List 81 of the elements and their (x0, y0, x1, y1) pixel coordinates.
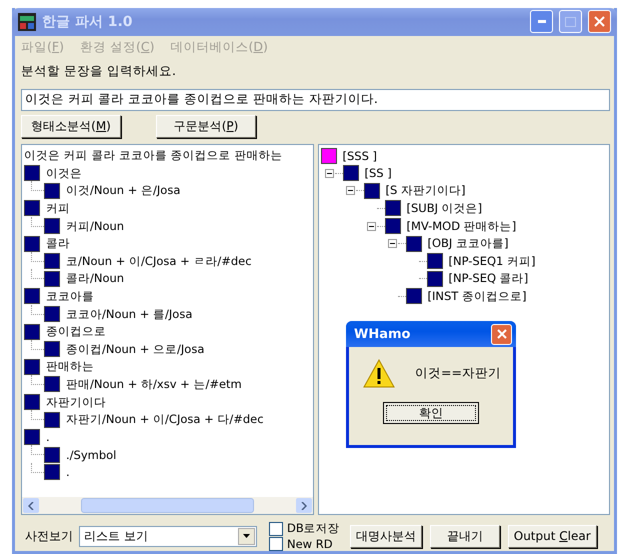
checkbox[interactable] (269, 522, 283, 536)
action-button[interactable]: 끝내기 (430, 524, 500, 548)
horizontal-scrollbar[interactable] (22, 497, 312, 514)
node-icon (44, 218, 60, 234)
tree-node[interactable]: [NP-SEQ1 커피] (448, 254, 536, 269)
minimize-button[interactable] (530, 10, 553, 34)
checkbox-label: New RD (287, 537, 333, 551)
tree-node[interactable]: ./Symbol (66, 448, 116, 462)
dictionary-label: 사전보기 (25, 528, 73, 544)
tree-node[interactable]: [SSS ] (342, 148, 378, 163)
dialog-message: 이것==자판기 (414, 365, 501, 382)
tree-node[interactable]: 코코아/Noun + 를/Josa (66, 306, 192, 322)
tree-node[interactable]: [OBJ 코코아를] (428, 236, 508, 252)
action-button[interactable]: 대명사분석 (350, 524, 422, 548)
scroll-left-icon[interactable] (28, 502, 34, 510)
tree-node[interactable]: 커피 (46, 200, 70, 216)
window-title: 한글 파서 1.0 (42, 12, 134, 31)
close-button[interactable] (491, 324, 512, 344)
node-icon (44, 446, 60, 463)
node-icon (24, 200, 40, 216)
caret-icon (243, 534, 250, 538)
ok-button[interactable]: 확인 (383, 402, 479, 424)
maximize-icon (565, 16, 576, 27)
collapse-icon[interactable] (346, 186, 354, 196)
checkbox-label: DB로저장 (287, 521, 340, 536)
dictionary-select[interactable]: 리스트 보기 (79, 526, 257, 546)
analyze-button[interactable]: 구문분석(P) (156, 114, 256, 138)
action-button[interactable]: Output Clear (508, 524, 597, 548)
tree-node[interactable]: . (66, 465, 70, 480)
tree-node[interactable]: 이것/Noun + 은/Josa (66, 183, 180, 198)
tree-node[interactable]: 콜라/Noun (66, 271, 124, 286)
tree-node[interactable]: . (46, 430, 50, 444)
node-icon (44, 341, 60, 358)
app-icon (18, 12, 36, 31)
tree-node[interactable]: [SUBJ 이것은] (406, 200, 482, 216)
tree-node[interactable]: [INST 종이컵으로] (428, 288, 526, 304)
tree-node[interactable]: 커피/Noun (66, 218, 124, 234)
tree-node[interactable]: 이것은 (46, 166, 82, 181)
node-icon (24, 165, 40, 182)
tree-node[interactable]: 자판기이다 (46, 394, 106, 410)
node-icon (44, 306, 60, 322)
tree-node[interactable]: 종이컵/Noun + 으로/Josa (66, 342, 204, 357)
collapse-icon[interactable] (388, 239, 396, 248)
node-icon (44, 253, 60, 270)
tree-node[interactable]: 자판기/Noun + 이/CJosa + 다/#dec (66, 412, 264, 428)
close-icon (594, 16, 605, 28)
node-icon (24, 394, 40, 410)
tree-node[interactable]: 코/Noun + 이/CJosa + ㄹ라/#dec (66, 254, 252, 269)
sentence-field[interactable]: 이것은 커피 콜라 코코아를 종이컵으로 판매하는 자판기이다. (21, 88, 610, 111)
node-icon (44, 464, 60, 480)
tree-node[interactable]: 종이컵으로 (46, 324, 106, 340)
maximize-button[interactable] (559, 10, 582, 34)
node-icon (24, 429, 40, 446)
prompt-label: 분석할 문장을 입력하세요. (20, 62, 177, 80)
close-button[interactable] (588, 10, 611, 34)
tree-node[interactable]: 판매/Noun + 하/xsv + 는/#etm (66, 376, 242, 392)
node-icon (24, 324, 40, 340)
collapse-icon[interactable] (366, 222, 376, 231)
tree-root: 이것은 커피 콜라 코코아를 종이컵으로 판매하는 (24, 148, 282, 164)
close-icon (496, 329, 506, 339)
tree-node[interactable]: [SS ] (364, 166, 392, 180)
tree-node[interactable]: [NP-SEQ 콜라] (448, 271, 528, 286)
dialog-title: WHamo (354, 326, 410, 342)
node-icon (44, 412, 60, 428)
node-icon (44, 270, 60, 287)
tree-node[interactable]: [MV-MOD 판매하는] (406, 218, 516, 234)
node-icon (24, 236, 40, 252)
scroll-right-icon[interactable] (300, 502, 306, 510)
node-icon (44, 376, 60, 392)
checkbox[interactable] (269, 537, 283, 551)
warning-icon (363, 359, 395, 388)
tree-node[interactable]: [S 자판기이다] (386, 183, 466, 198)
tree-node[interactable]: 판매하는 (46, 359, 94, 374)
analyze-button[interactable]: 형태소분석(M) (21, 114, 121, 138)
node-icon (24, 358, 40, 375)
collapse-icon[interactable] (324, 168, 334, 178)
node-icon (24, 288, 40, 304)
tree-node[interactable]: 코코아를 (46, 288, 94, 304)
minimize-icon (538, 20, 546, 24)
node-icon (44, 182, 60, 199)
tree-node[interactable]: 콜라 (46, 236, 70, 252)
